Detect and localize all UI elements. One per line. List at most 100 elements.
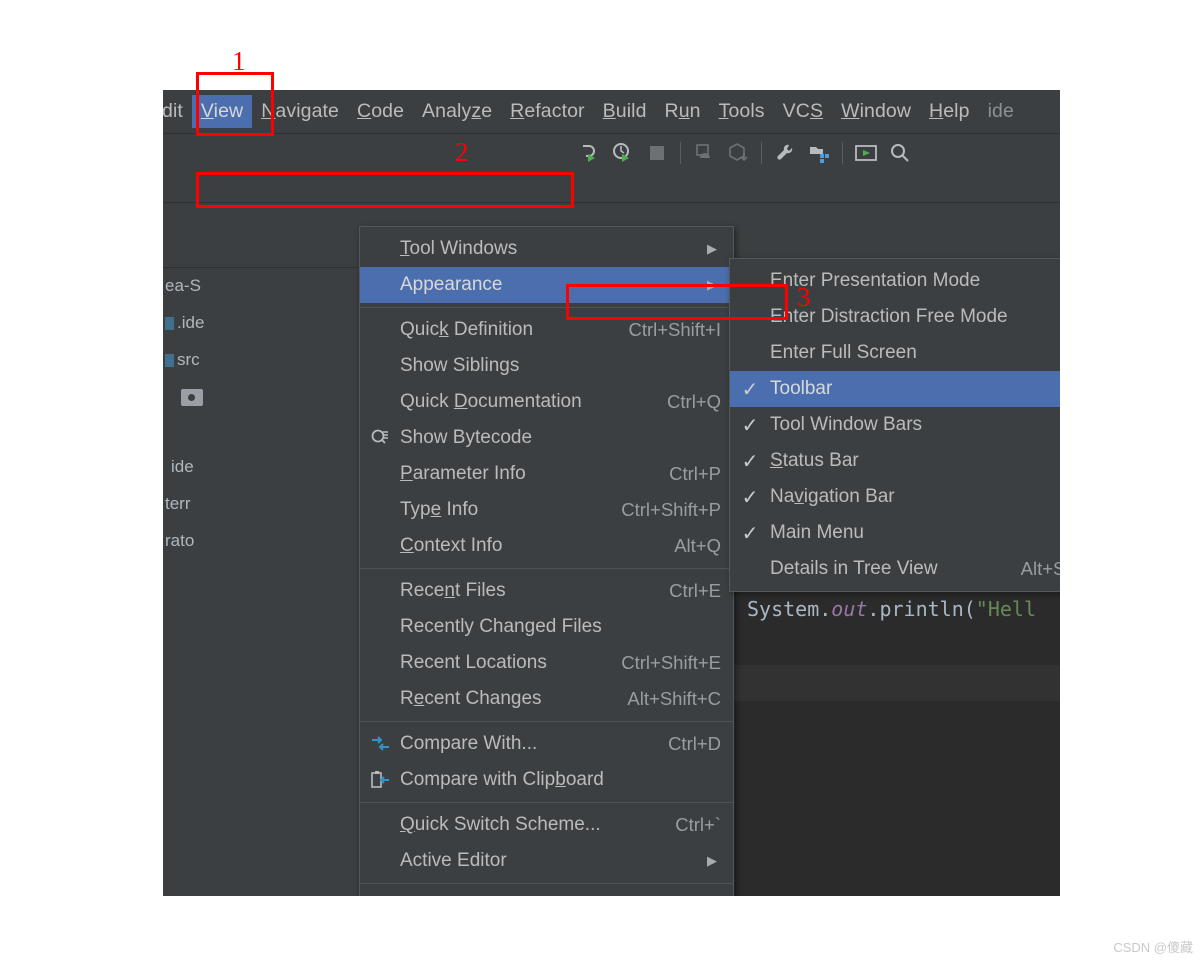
menu-item-quick-definition[interactable]: Quick Definition Ctrl+Shift+I — [360, 312, 733, 348]
annotation-number-1: 1 — [232, 46, 246, 76]
menu-item-show-bytecode[interactable]: Show Bytecode — [360, 420, 733, 456]
menu-item-toolbar[interactable]: ✓ Toolbar — [730, 371, 1060, 407]
debug-icon[interactable] — [606, 136, 640, 170]
menu-item-label: Toolbar — [770, 378, 833, 399]
tree-label: .ide — [177, 313, 205, 332]
annotation-number-2: 2 — [455, 137, 469, 167]
menu-item-recent-locations[interactable]: Recent Locations Ctrl+Shift+E — [360, 645, 733, 681]
appearance-submenu[interactable]: Enter Presentation Mode Enter Distractio… — [729, 258, 1060, 592]
stop-icon — [640, 136, 674, 170]
menu-run[interactable]: Run — [656, 95, 710, 128]
menu-item-recently-changed-files[interactable]: Recently Changed Files — [360, 609, 733, 645]
main-menu-bar[interactable]: dit View Navigate Code Analyze Refactor … — [163, 90, 1060, 134]
menu-item-tool-window-bars[interactable]: ✓ Tool Window Bars — [730, 407, 1060, 443]
menu-item-quick-switch-scheme[interactable]: Quick Switch Scheme... Ctrl+` — [360, 807, 733, 843]
menu-item-tool-windows[interactable]: Tool Windows ▶ — [360, 231, 733, 267]
menu-build[interactable]: Build — [594, 95, 656, 128]
menu-item-details-in-tree-view[interactable]: Details in Tree View Alt+Shift+\ — [730, 551, 1060, 587]
tree-row-idea[interactable]: ea-S — [163, 271, 201, 301]
menu-view[interactable]: View — [191, 95, 253, 128]
menu-item-label: Status Bar — [770, 450, 859, 471]
menu-item-shortcut: Ctrl+` — [675, 814, 721, 835]
menu-item-label: Quick Definition — [400, 319, 534, 340]
update-project-icon — [687, 136, 721, 170]
checkmark-icon: ✓ — [741, 522, 759, 545]
code-line-println: System.out.println("Hell — [747, 597, 1037, 621]
settings-wrench-icon[interactable] — [768, 136, 802, 170]
run-icon[interactable] — [572, 136, 606, 170]
menu-separator — [360, 883, 733, 884]
toolbar-separator — [761, 142, 762, 164]
tree-label: src — [177, 350, 200, 369]
menu-item-recent-files[interactable]: Recent Files Ctrl+E — [360, 573, 733, 609]
menu-item-context-info[interactable]: Context Info Alt+Q — [360, 528, 733, 564]
compare-with-icon — [360, 734, 400, 755]
tree-label: ide — [171, 457, 194, 476]
view-dropdown-menu[interactable]: Tool Windows ▶ Appearance ▶ Quick Defini… — [359, 226, 734, 896]
menu-item-enter-distraction-free-mode[interactable]: Enter Distraction Free Mode — [730, 299, 1060, 335]
menu-item-recent-changes[interactable]: Recent Changes Alt+Shift+C — [360, 681, 733, 717]
menu-item-shortcut: Ctrl+D — [668, 733, 721, 754]
menu-analyze[interactable]: Analyze — [413, 95, 501, 128]
menu-refactor[interactable]: Refactor — [501, 95, 594, 128]
tree-row-ide[interactable]: ide — [163, 452, 194, 482]
package-download-icon — [721, 136, 755, 170]
menu-item-parameter-info[interactable]: Parameter Info Ctrl+P — [360, 456, 733, 492]
menu-item-label: Tool Windows — [400, 238, 518, 259]
menu-separator — [360, 568, 733, 569]
menu-item-label: Tool Window Bars — [770, 414, 923, 435]
menu-item-appearance[interactable]: Appearance ▶ — [360, 267, 733, 303]
menu-navigate[interactable]: Navigate — [252, 95, 348, 128]
menu-vcs[interactable]: VCS — [774, 95, 832, 128]
menu-item-shortcut: Ctrl+Shift+I — [628, 319, 721, 340]
menu-window[interactable]: Window — [832, 95, 920, 128]
menu-item-enter-presentation-mode[interactable]: Enter Presentation Mode — [730, 263, 1060, 299]
ide-window: pac ect ea-S .ide src ide terr rato — [163, 90, 1060, 896]
tree-row-dot-idea[interactable]: .ide — [163, 308, 204, 338]
tree-row-external[interactable]: terr — [163, 489, 191, 519]
menu-item-shortcut: Alt+Q — [674, 535, 721, 556]
menu-item-compare-with[interactable]: Compare With... Ctrl+D — [360, 726, 733, 762]
menu-item-navigation-bar[interactable]: ✓ Navigation Bar — [730, 479, 1060, 515]
presentation-icon[interactable] — [849, 136, 883, 170]
menu-item-label: Main Menu — [770, 522, 864, 543]
project-structure-icon[interactable] — [802, 136, 836, 170]
menu-separator — [360, 802, 733, 803]
menu-item-main-menu[interactable]: ✓ Main Menu — [730, 515, 1060, 551]
menu-item-label: Show Bytecode — [400, 427, 533, 448]
menu-item-enter-full-screen[interactable]: Enter Full Screen — [730, 335, 1060, 371]
menu-item-type-info[interactable]: Type Info Ctrl+Shift+P — [360, 492, 733, 528]
menu-code[interactable]: Code — [348, 95, 413, 128]
menu-separator — [360, 307, 733, 308]
menu-item-label: Recently Changed Files — [400, 616, 602, 637]
menu-tools[interactable]: Tools — [710, 95, 774, 128]
tree-row-src[interactable]: src — [163, 345, 200, 375]
window-title-fragment: ide — [987, 100, 1014, 122]
menu-item-compare-with-clipboard[interactable]: Compare with Clipboard — [360, 762, 733, 798]
menu-item-quick-documentation[interactable]: Quick Documentation Ctrl+Q — [360, 384, 733, 420]
menu-edit[interactable]: dit — [163, 95, 192, 128]
checkmark-icon: ✓ — [741, 414, 759, 437]
menu-item-label: Navigation Bar — [770, 486, 895, 507]
navigation-bar[interactable] — [163, 172, 1060, 203]
toolbar-separator — [680, 142, 681, 164]
chevron-right-icon: ▶ — [707, 853, 717, 868]
menu-item-shortcut: Alt+Shift+\ — [1020, 558, 1060, 579]
menu-item-bidi-text-base-direction[interactable]: Bidi Text Base Direction ▶ — [360, 888, 733, 896]
tree-row-folder[interactable] — [163, 382, 203, 412]
menu-item-shortcut: Ctrl+P — [669, 463, 721, 484]
search-everywhere-icon[interactable] — [883, 136, 917, 170]
chevron-right-icon: ▶ — [707, 241, 717, 256]
menu-item-show-siblings[interactable]: Show Siblings — [360, 348, 733, 384]
folder-icon — [181, 388, 203, 406]
menu-item-label: Details in Tree View — [770, 558, 938, 579]
tree-label: ea-S — [165, 276, 201, 295]
menu-item-label: Bidi Text Base Direction — [400, 895, 703, 896]
menu-item-active-editor[interactable]: Active Editor ▶ — [360, 843, 733, 879]
menu-help[interactable]: Help — [920, 95, 979, 128]
main-toolbar[interactable] — [163, 134, 1060, 173]
menu-item-label: Recent Files — [400, 580, 506, 601]
menu-item-label: Compare with Clipboard — [400, 769, 604, 790]
tree-row-scratches[interactable]: rato — [163, 526, 194, 556]
menu-item-status-bar[interactable]: ✓ Status Bar — [730, 443, 1060, 479]
